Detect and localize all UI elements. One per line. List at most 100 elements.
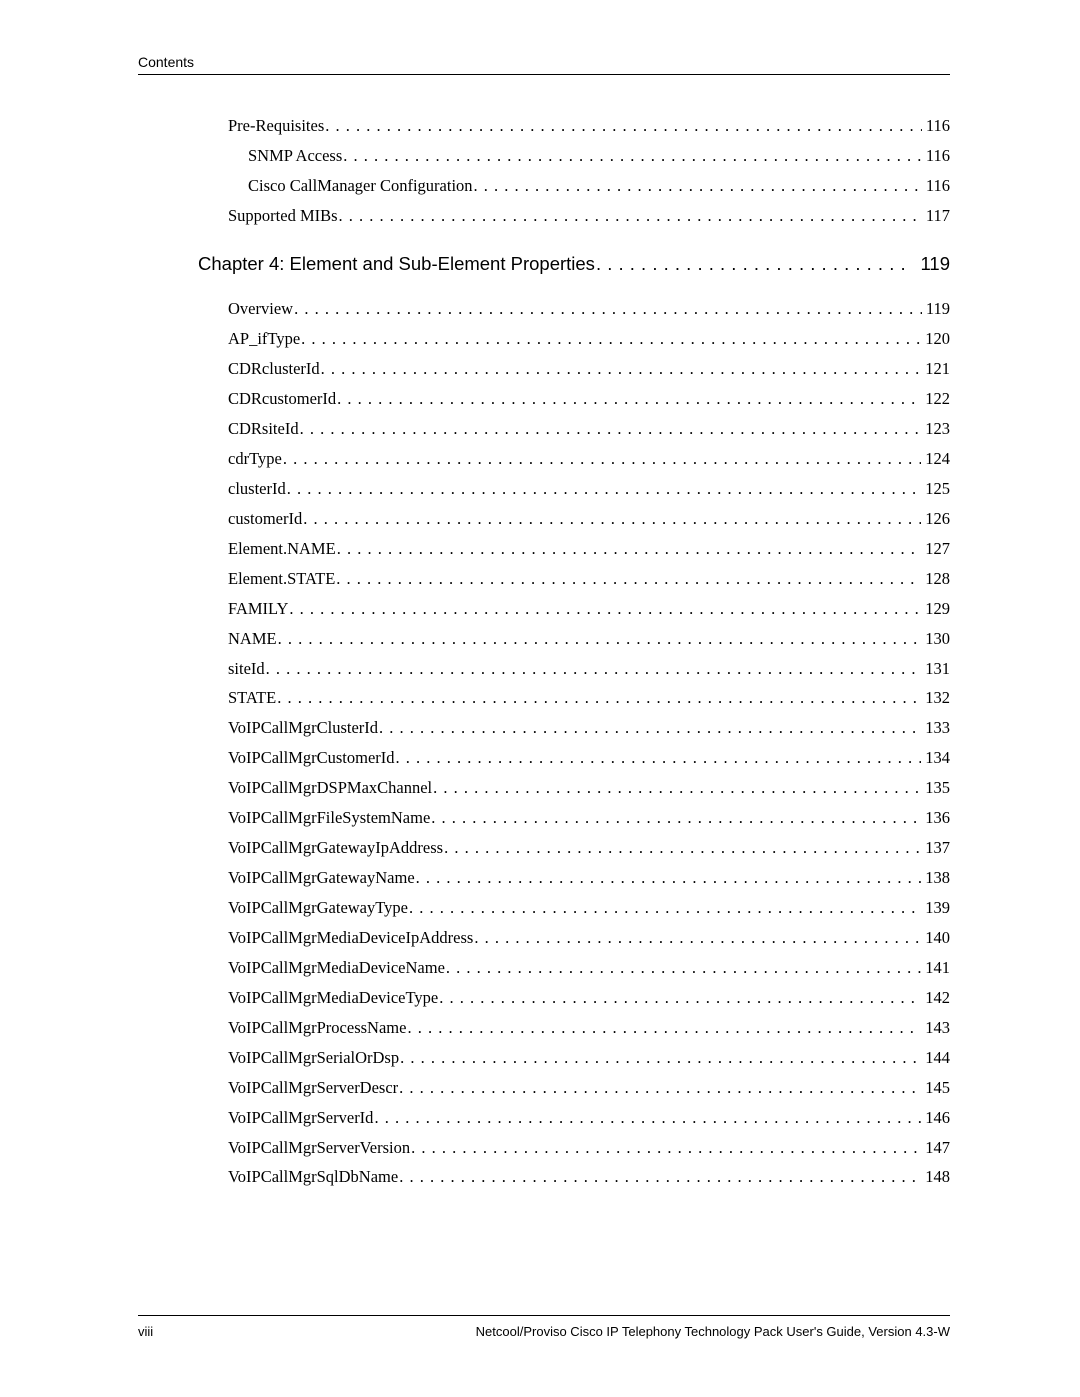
toc-page: 116 bbox=[922, 175, 950, 196]
toc-title: FAMILY bbox=[228, 598, 289, 619]
toc-page: 119 bbox=[922, 298, 950, 319]
table-of-contents: Pre-Requisites 116 SNMP Access 116 Cisco… bbox=[228, 115, 950, 1188]
toc-page: 145 bbox=[921, 1077, 950, 1098]
toc-title: VoIPCallMgrSqlDbName bbox=[228, 1166, 399, 1187]
toc-entry: Supported MIBs 117 bbox=[228, 205, 950, 226]
toc-title: AP_ifType bbox=[228, 328, 301, 349]
toc-title: Supported MIBs bbox=[228, 205, 339, 226]
toc-entry: VoIPCallMgrServerDescr 145 bbox=[228, 1077, 950, 1098]
toc-title: VoIPCallMgrGatewayName bbox=[228, 867, 416, 888]
toc-title: STATE bbox=[228, 687, 277, 708]
toc-leader bbox=[300, 418, 922, 439]
toc-entry: FAMILY 129 bbox=[228, 598, 950, 619]
toc-leader bbox=[433, 777, 921, 798]
toc-page: 128 bbox=[921, 568, 950, 589]
toc-page: 135 bbox=[921, 777, 950, 798]
toc-entry: VoIPCallMgrMediaDeviceType 142 bbox=[228, 987, 950, 1008]
toc-entry: CDRsiteId123 bbox=[228, 418, 950, 439]
toc-leader bbox=[474, 927, 921, 948]
toc-title: customerId bbox=[228, 508, 303, 529]
toc-page: 141 bbox=[921, 957, 950, 978]
toc-title: Cisco CallManager Configuration bbox=[248, 175, 474, 196]
toc-title: VoIPCallMgrDSPMaxChannel bbox=[228, 777, 433, 798]
toc-page: 137 bbox=[921, 837, 950, 858]
toc-leader bbox=[325, 115, 922, 136]
toc-entry: Pre-Requisites 116 bbox=[228, 115, 950, 136]
toc-title: VoIPCallMgrGatewayIpAddress bbox=[228, 837, 444, 858]
toc-entry: VoIPCallMgrServerId146 bbox=[228, 1107, 950, 1128]
toc-leader bbox=[337, 538, 922, 559]
toc-chapter-heading: Chapter 4: Element and Sub-Element Prope… bbox=[198, 252, 950, 276]
toc-entry: VoIPCallMgrGatewayName 138 bbox=[228, 867, 950, 888]
toc-title: VoIPCallMgrMediaDeviceIpAddress bbox=[228, 927, 474, 948]
toc-leader bbox=[343, 145, 922, 166]
toc-leader bbox=[396, 747, 922, 768]
toc-page: 122 bbox=[921, 388, 950, 409]
toc-title: VoIPCallMgrMediaDeviceType bbox=[228, 987, 439, 1008]
toc-entry: VoIPCallMgrMediaDeviceName 141 bbox=[228, 957, 950, 978]
toc-leader bbox=[439, 987, 921, 1008]
toc-title: CDRclusterId bbox=[228, 358, 321, 379]
toc-entry: VoIPCallMgrGatewayType139 bbox=[228, 897, 950, 918]
toc-leader bbox=[266, 658, 922, 679]
toc-title: NAME bbox=[228, 628, 278, 649]
toc-leader bbox=[400, 1047, 921, 1068]
toc-leader bbox=[474, 175, 922, 196]
toc-leader bbox=[374, 1107, 921, 1128]
page-footer: viii Netcool/Proviso Cisco IP Telephony … bbox=[138, 1315, 950, 1339]
toc-page: 138 bbox=[921, 867, 950, 888]
toc-page: 124 bbox=[921, 448, 950, 469]
toc-page: 116 bbox=[922, 145, 950, 166]
toc-leader bbox=[289, 598, 921, 619]
toc-entry: VoIPCallMgrFileSystemName136 bbox=[228, 807, 950, 828]
document-page: Contents Pre-Requisites 116 SNMP Access … bbox=[0, 0, 1080, 1397]
toc-title: SNMP Access bbox=[248, 145, 343, 166]
toc-page: 146 bbox=[921, 1107, 950, 1128]
toc-leader bbox=[337, 388, 921, 409]
toc-page: 143 bbox=[921, 1017, 950, 1038]
toc-title: siteId bbox=[228, 658, 266, 679]
toc-leader bbox=[303, 508, 921, 529]
toc-entry: VoIPCallMgrDSPMaxChannel 135 bbox=[228, 777, 950, 798]
toc-entry: VoIPCallMgrSqlDbName148 bbox=[228, 1166, 950, 1187]
toc-entry: VoIPCallMgrCustomerId 134 bbox=[228, 747, 950, 768]
toc-page: 142 bbox=[921, 987, 950, 1008]
toc-title: VoIPCallMgrServerDescr bbox=[228, 1077, 399, 1098]
footer-doc-title: Netcool/Proviso Cisco IP Telephony Techn… bbox=[476, 1324, 950, 1339]
toc-page: 130 bbox=[921, 628, 950, 649]
toc-title: Element.STATE bbox=[228, 568, 336, 589]
toc-entry: VoIPCallMgrSerialOrDsp144 bbox=[228, 1047, 950, 1068]
toc-page: 129 bbox=[921, 598, 950, 619]
toc-chapter-title: Chapter 4: Element and Sub-Element Prope… bbox=[198, 252, 596, 276]
toc-title: VoIPCallMgrGatewayType bbox=[228, 897, 409, 918]
toc-leader bbox=[283, 448, 921, 469]
toc-entry: VoIPCallMgrProcessName 143 bbox=[228, 1017, 950, 1038]
toc-page: 120 bbox=[921, 328, 950, 349]
toc-leader bbox=[407, 1017, 921, 1038]
toc-page: 131 bbox=[921, 658, 950, 679]
toc-leader bbox=[339, 205, 922, 226]
toc-title: VoIPCallMgrProcessName bbox=[228, 1017, 407, 1038]
toc-leader bbox=[431, 807, 921, 828]
toc-title: VoIPCallMgrClusterId bbox=[228, 717, 379, 738]
toc-entry: VoIPCallMgrServerVersion147 bbox=[228, 1137, 950, 1158]
toc-title: Pre-Requisites bbox=[228, 115, 325, 136]
toc-entry: STATE132 bbox=[228, 687, 950, 708]
toc-leader bbox=[321, 358, 922, 379]
toc-page: 121 bbox=[921, 358, 950, 379]
toc-title: VoIPCallMgrCustomerId bbox=[228, 747, 396, 768]
toc-leader bbox=[294, 298, 922, 319]
toc-title: VoIPCallMgrMediaDeviceName bbox=[228, 957, 446, 978]
toc-chapter-page: 119 bbox=[912, 252, 950, 276]
toc-title: VoIPCallMgrSerialOrDsp bbox=[228, 1047, 400, 1068]
toc-page: 147 bbox=[921, 1137, 950, 1158]
toc-entry: clusterId125 bbox=[228, 478, 950, 499]
toc-entry: SNMP Access 116 bbox=[228, 145, 950, 166]
toc-leader bbox=[411, 1137, 921, 1158]
toc-page: 136 bbox=[921, 807, 950, 828]
toc-title: CDRsiteId bbox=[228, 418, 300, 439]
toc-entry: VoIPCallMgrGatewayIpAddress 137 bbox=[228, 837, 950, 858]
toc-leader bbox=[277, 687, 921, 708]
toc-entry: siteId 131 bbox=[228, 658, 950, 679]
toc-page: 134 bbox=[921, 747, 950, 768]
